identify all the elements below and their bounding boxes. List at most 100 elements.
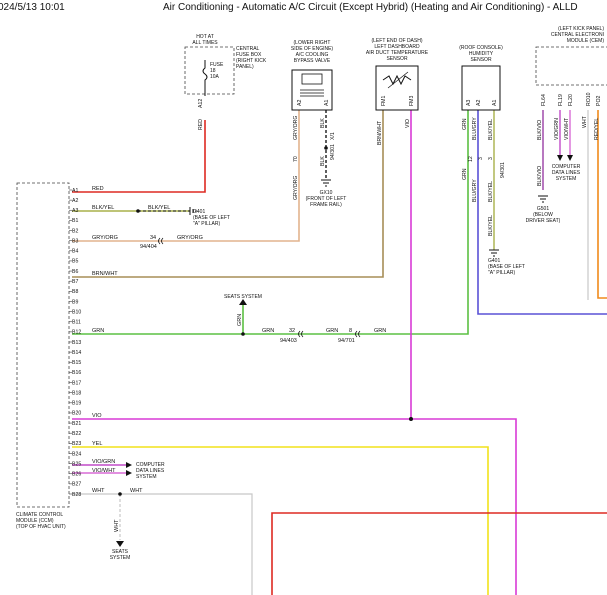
duct-desc-4: SENSOR — [386, 56, 408, 62]
humidity-mid-pin-3a: 3 — [478, 157, 484, 160]
g401-b-ground-icon — [489, 249, 499, 257]
label-b11-grn-mid2: GRN — [326, 328, 338, 334]
humidity-blkyel-mid: BLK/YEL — [488, 181, 494, 202]
splice-b11 — [241, 332, 245, 336]
humidity-blugry-low: BLU/GRY — [472, 179, 478, 202]
fuse-pin: A12 — [198, 99, 204, 108]
seats-bottom-desc-2: SYSTEM — [110, 555, 131, 561]
humidity-pin-a1: A1 — [492, 100, 498, 106]
cem-box — [535, 46, 607, 86]
cem-data-arrows-icon — [557, 155, 573, 161]
fuse-box-desc-4: PANEL) — [236, 64, 254, 70]
seats-bottom-arrow-icon — [116, 541, 124, 547]
label-b11-conn1: 94/403 — [280, 338, 297, 344]
cem-wire-viogrn: VIO/GRN — [554, 118, 560, 140]
wire-grn-b11 — [72, 110, 469, 335]
ccm-pin-b17: B17 — [72, 380, 81, 386]
bypass-pin-a1: A1 — [324, 100, 330, 106]
ccm-pin-b10: B10 — [72, 309, 81, 315]
ccm-pin-b12: B12 — [72, 330, 81, 336]
ccm-pin-b14: B14 — [72, 350, 81, 356]
ccm-data-desc-3: SYSTEM — [136, 474, 157, 480]
label-a3-blkyel: BLK/YEL — [92, 205, 114, 211]
label-b20-vio: VIO — [92, 413, 102, 419]
wire-red-bottom — [271, 512, 607, 595]
ccm-data-arrows-icon — [126, 462, 132, 476]
wire-wht-b28 — [72, 493, 253, 595]
gx10-desc-3: FRAME RAIL) — [310, 202, 342, 208]
ccm-pin-b1: B1 — [72, 218, 78, 224]
timestamp: 024/5/13 10:01 — [0, 2, 65, 13]
bypass-valve-coil — [301, 73, 323, 85]
ccm-desc-3: (TOP OF HVAC UNIT) — [16, 524, 66, 530]
ccm-pin-b9: B9 — [72, 299, 78, 305]
cem-pin-ro10: RO10 — [586, 92, 592, 106]
label-b25-viogrn: VIO/GRN — [92, 459, 115, 465]
humidity-desc-3: SENSOR — [470, 57, 492, 63]
duct-pin-fm3: FM3 — [409, 96, 415, 106]
cem-pin-po2: PO2 — [596, 96, 602, 106]
bypass-pin-a2: A2 — [297, 100, 303, 106]
cem-wire-redyel: RED/YEL — [594, 118, 600, 140]
label-seats-grn: GRN — [237, 314, 243, 326]
cem-pin-fl19: FL19 — [558, 94, 564, 106]
bypass-valve-lines — [300, 89, 324, 97]
ccm-pin-b25: B25 — [72, 461, 81, 467]
fuse-symbol — [202, 60, 208, 96]
humidity-wire-blugry: BLU/GRY — [472, 117, 478, 140]
ccm-pin-a2: A2 — [72, 198, 78, 204]
cem-wire-blkvio: BLK/VIO — [537, 120, 543, 140]
label-b28-wht: WHT — [92, 488, 105, 494]
ccm-pin-b21: B21 — [72, 421, 81, 427]
label-a1-red: RED — [92, 186, 104, 192]
cem-pin-fl64: FL64 — [541, 94, 547, 106]
label-b1-gryorg: GRY/ORG — [92, 235, 118, 241]
splice-a3 — [136, 209, 140, 213]
ccm-pin-b19: B19 — [72, 401, 81, 407]
wire-gryorg-b1 — [72, 110, 300, 242]
label-b23-yel: YEL — [92, 441, 102, 447]
cem-pin-fl20: FL20 — [568, 94, 574, 106]
thermistor-icon — [382, 74, 412, 86]
cem-blkvio-low: BLK/VIO — [537, 166, 543, 186]
label-b11-grn-mid1: GRN — [262, 328, 274, 334]
g501-ground-icon — [538, 195, 548, 203]
cem-wire-viowht: VIO/WHT — [564, 117, 570, 140]
g501-desc-3: DRIVER SEAT) — [526, 218, 561, 224]
humidity-pin-a3: A3 — [466, 100, 472, 106]
ccm-pin-b24: B24 — [72, 451, 81, 457]
ccm-pin-b6: B6 — [72, 269, 78, 275]
g401-a-desc-3: "A" PILLAR) — [193, 221, 221, 227]
label-b1-gryorg-mid: GRY/ORG — [177, 235, 203, 241]
cem-data-desc-3: SYSTEM — [556, 176, 577, 182]
label-b28-wht-mid: WHT — [130, 488, 143, 494]
ccm-pin-b26: B26 — [72, 472, 81, 478]
wiring-diagram: 024/5/13 10:01 Air Conditioning - Automa… — [0, 2, 607, 595]
humidity-wire-grn: GRN — [462, 118, 468, 130]
ccm-pin-b16: B16 — [72, 370, 81, 376]
cem-desc-3: MODULE (CEM) — [567, 38, 605, 44]
ccm-pin-b18: B18 — [72, 390, 81, 396]
gx10-ground-icon — [321, 179, 331, 187]
splice-b28 — [118, 492, 122, 496]
bypass-wire-gryorg: GRY/ORG — [293, 116, 299, 140]
bypass-blk-low: BLK — [320, 156, 326, 166]
ccm-box — [16, 182, 70, 508]
humidity-pin-a2: A2 — [476, 100, 482, 106]
label-b1-pin: 34 — [150, 235, 156, 241]
bypass-wire-blk: BLK — [320, 118, 326, 128]
humidity-mid-pin-3b: 3 — [488, 157, 494, 160]
label-b11-grn-right: GRN — [374, 328, 386, 334]
g401-b-desc-3: "A" PILLAR) — [488, 270, 516, 276]
humidity-wire-blkyel: BLK/YEL — [488, 119, 494, 140]
label-b5-brnwht: BRN/WHT — [92, 271, 118, 277]
ccm-pin-a1: A1 — [72, 188, 78, 194]
bypass-desc-4: BYPASS VALVE — [294, 58, 331, 64]
fuse-wire: RED — [198, 119, 204, 130]
ccm-pin-b8: B8 — [72, 289, 78, 295]
ccm-pin-b28: B28 — [72, 492, 81, 498]
cem-wire-wht: WHT — [582, 115, 588, 128]
seats-top-desc: SEATS SYSTEM — [224, 294, 262, 300]
label-b11-pin2: 8 — [349, 328, 352, 334]
humidity-blkyel-low: BLK/YEL — [488, 215, 494, 236]
